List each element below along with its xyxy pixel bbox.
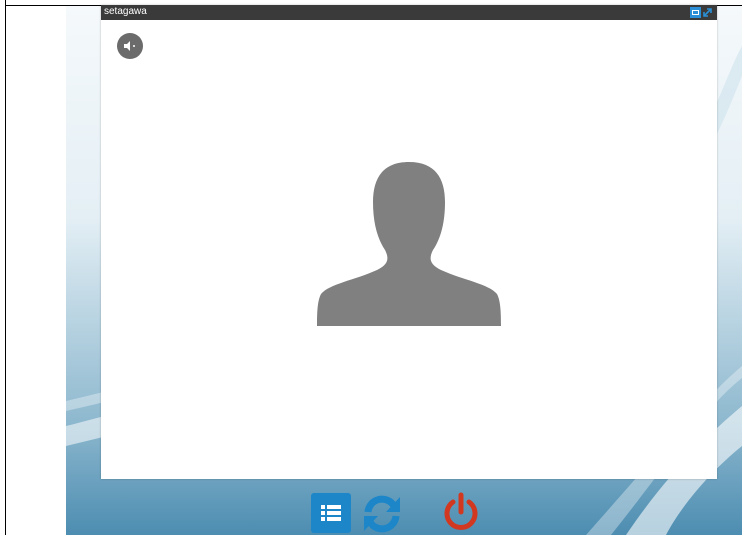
window-title: setagawa [104, 6, 147, 17]
speaker-icon [124, 41, 135, 51]
video-window: setagawa [101, 5, 717, 479]
list-button[interactable] [311, 493, 351, 533]
frame-border-left [5, 0, 6, 535]
minimize-icon[interactable] [690, 7, 701, 18]
refresh-button[interactable] [359, 493, 405, 535]
refresh-icon [364, 495, 400, 533]
power-button[interactable] [438, 491, 484, 535]
list-icon [321, 505, 341, 521]
fullscreen-icon[interactable] [702, 7, 713, 18]
person-silhouette-icon [317, 162, 501, 326]
window-titlebar[interactable]: setagawa [101, 5, 717, 20]
power-icon [444, 492, 478, 530]
speaker-button[interactable] [117, 33, 143, 59]
